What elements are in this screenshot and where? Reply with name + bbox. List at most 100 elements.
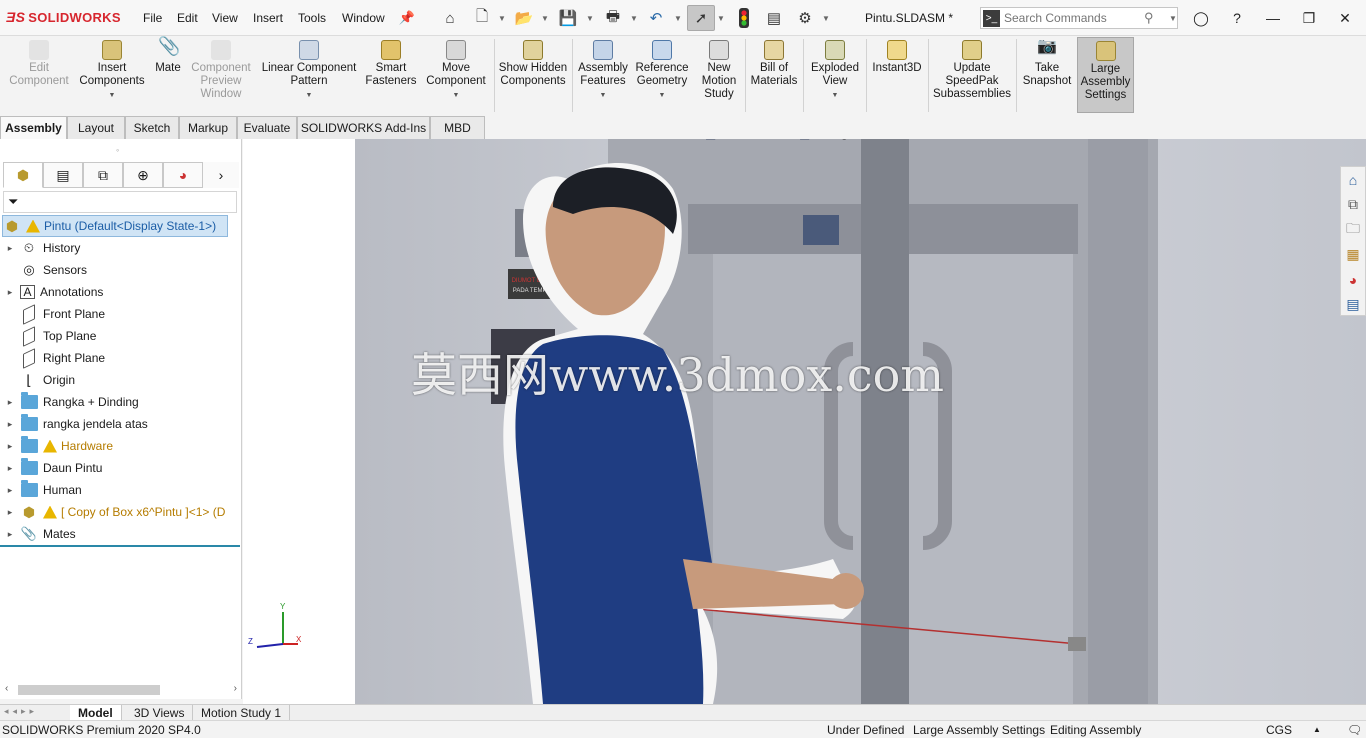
expand-icon[interactable]: ▸ <box>0 441 20 452</box>
solidworks-resources-icon[interactable]: ⌂ <box>1341 167 1365 192</box>
insert-components-button[interactable]: Insert Components ▼ <box>76 40 148 102</box>
tree-item-rangka-jendela-atas[interactable]: ▸ rangka jendela atas <box>0 413 242 435</box>
linear-component-pattern-button[interactable]: Linear Component Pattern ▼ <box>258 40 360 102</box>
take-snapshot-button[interactable]: 📷 Take Snapshot <box>1020 39 1074 88</box>
scroll-thumb[interactable] <box>18 685 160 695</box>
options-dropdown-icon[interactable]: ▼ <box>822 8 830 28</box>
dynamic-annotation-icon[interactable]: ✎ <box>731 139 741 141</box>
tree-root-assembly[interactable]: ⬢ Pintu (Default<Display State-1>) <box>2 215 228 237</box>
home-icon[interactable]: ⌂ <box>440 8 460 28</box>
search-icon[interactable]: ⚲ <box>1144 10 1154 26</box>
move-component-button[interactable]: Move Component ▼ <box>422 40 490 102</box>
menu-window[interactable]: Window <box>342 11 385 25</box>
assembly-features-button[interactable]: Assembly Features ▼ <box>576 40 630 102</box>
featuremanager-tab-icon[interactable]: ⬢ <box>3 162 43 188</box>
select-icon[interactable]: ➚ <box>687 5 715 31</box>
expand-icon[interactable]: ▸ <box>0 463 20 474</box>
view-orientation-icon[interactable]: ❒ <box>758 139 769 141</box>
appearances-icon[interactable]: ◕ <box>1341 267 1365 292</box>
custom-properties-icon[interactable]: ▤ <box>1341 292 1365 317</box>
select-dropdown-icon[interactable]: ▼ <box>717 8 725 28</box>
tree-item-sensors[interactable]: ◎ Sensors <box>0 259 242 281</box>
edit-component-button[interactable]: Edit Component <box>8 40 70 88</box>
configurationmanager-tab-icon[interactable]: ⧉ <box>83 162 123 188</box>
reference-geometry-button[interactable]: Reference Geometry ▼ <box>632 40 692 102</box>
search-input[interactable] <box>1004 11 1144 25</box>
tab-addins[interactable]: SOLIDWORKS Add-Ins <box>297 116 430 139</box>
edit-appearance-icon[interactable]: ✦ <box>879 139 889 141</box>
rollback-bar[interactable] <box>0 545 240 547</box>
undo-dropdown-icon[interactable]: ▼ <box>674 8 682 28</box>
hide-show-icon[interactable]: ◉ <box>839 139 849 141</box>
minimize-icon[interactable]: — <box>1262 7 1284 29</box>
menu-insert[interactable]: Insert <box>253 11 283 25</box>
tree-filter[interactable]: ⏷ <box>3 191 237 213</box>
menu-tools[interactable]: Tools <box>298 11 326 25</box>
expand-icon[interactable]: ▸ <box>0 287 20 298</box>
tab-layout[interactable]: Layout <box>67 116 125 139</box>
tree-item-hardware[interactable]: ▸ Hardware <box>0 435 242 457</box>
tab-navigation-arrows-icon[interactable]: ◂◂▸▸ <box>4 706 38 717</box>
apply-scene-icon[interactable]: ❖ <box>904 139 915 141</box>
save-icon[interactable]: 💾 <box>558 8 578 28</box>
display-style-icon[interactable]: ▣ <box>799 139 810 141</box>
section-view-icon[interactable]: ◧ <box>705 139 716 141</box>
solidworks-logo[interactable]: ƎS SOLIDWORKS <box>6 9 121 25</box>
tab-assembly[interactable]: Assembly <box>0 116 67 139</box>
menu-file[interactable]: File <box>143 11 162 25</box>
tab-mbd[interactable]: MBD <box>430 116 485 139</box>
large-assembly-settings-button[interactable]: Large Assembly Settings <box>1077 37 1134 113</box>
component-preview-window-button[interactable]: Component Preview Window <box>187 40 255 101</box>
new-dropdown-icon[interactable]: ▼ <box>498 8 506 28</box>
show-hidden-components-button[interactable]: Show Hidden Components <box>498 40 568 88</box>
bill-of-materials-button[interactable]: Bill of Materials <box>748 40 800 88</box>
tree-item-right-plane[interactable]: Right Plane <box>0 347 242 369</box>
search-dropdown-icon[interactable]: ▼ <box>1169 8 1177 28</box>
design-library-icon[interactable]: ⧉ <box>1341 192 1365 217</box>
large-assembly-status[interactable]: Large Assembly Settings <box>913 723 1045 737</box>
update-speedpak-button[interactable]: Update SpeedPak Subassemblies <box>931 40 1013 101</box>
menu-edit[interactable]: Edit <box>177 11 198 25</box>
dimxpert-tab-icon[interactable]: ⊕ <box>123 162 163 188</box>
tree-item-human[interactable]: ▸ Human <box>0 479 242 501</box>
search-box[interactable]: >_ ⚲ <box>980 7 1178 29</box>
new-motion-study-button[interactable]: New Motion Study <box>696 40 742 101</box>
rebuild-icon[interactable] <box>734 8 754 28</box>
scroll-right-icon[interactable]: › <box>234 683 237 694</box>
help-icon[interactable]: ? <box>1226 7 1248 29</box>
tab-model[interactable]: Model <box>70 705 122 721</box>
smart-fasteners-button[interactable]: Smart Fasteners <box>364 40 418 88</box>
propertymanager-tab-icon[interactable]: ▤ <box>43 162 83 188</box>
pin-icon[interactable]: 📌 <box>397 8 417 28</box>
scroll-left-icon[interactable]: ‹ <box>5 683 8 694</box>
displaymanager-tab-icon[interactable]: ◕ <box>163 162 203 188</box>
user-account-icon[interactable]: ◯ <box>1190 7 1212 29</box>
graphics-viewport[interactable]: DIUMOT LAH RAYU PADA TEMPATNYA ⌖ ⊙ ↩ ◧ ✎… <box>243 139 1366 704</box>
tree-item-top-plane[interactable]: Top Plane <box>0 325 242 347</box>
expand-icon[interactable]: ▸ <box>0 243 20 254</box>
options-gear-icon[interactable]: ⚙ <box>795 8 815 28</box>
print-icon[interactable]: 🖶 <box>603 8 623 28</box>
open-dropdown-icon[interactable]: ▼ <box>541 8 549 28</box>
mate-button[interactable]: 📎 Mate <box>150 37 186 75</box>
expand-icon[interactable]: ▸ <box>0 485 20 496</box>
open-icon[interactable]: 📂 <box>514 8 534 28</box>
file-properties-icon[interactable]: ▤ <box>764 8 784 28</box>
print-dropdown-icon[interactable]: ▼ <box>630 8 638 28</box>
tree-item-annotations[interactable]: ▸ A Annotations <box>0 281 242 303</box>
close-icon[interactable]: ✕ <box>1334 7 1356 29</box>
tab-sketch[interactable]: Sketch <box>125 116 179 139</box>
expand-icon[interactable]: ▸ <box>0 419 20 430</box>
tree-item-copy-of-box[interactable]: ▸ ⬢ [ Copy of Box x6^Pintu ]<1> (D <box>0 501 242 523</box>
view-settings-icon[interactable]: ▭ <box>945 139 956 141</box>
tab-motion-study-1[interactable]: Motion Study 1 <box>193 705 291 721</box>
move-component-dropdown-icon[interactable]: ▼ <box>453 89 460 102</box>
reference-geometry-dropdown-icon[interactable]: ▼ <box>659 89 666 102</box>
more-tabs-icon[interactable]: › <box>203 162 239 188</box>
insert-components-dropdown-icon[interactable]: ▼ <box>109 89 116 102</box>
tree-item-origin[interactable]: ⌊ Origin <box>0 369 242 391</box>
assembly-features-dropdown-icon[interactable]: ▼ <box>600 89 607 102</box>
view-palette-icon[interactable]: ▦ <box>1341 242 1365 267</box>
restore-icon[interactable]: ❐ <box>1298 7 1320 29</box>
save-dropdown-icon[interactable]: ▼ <box>586 8 594 28</box>
